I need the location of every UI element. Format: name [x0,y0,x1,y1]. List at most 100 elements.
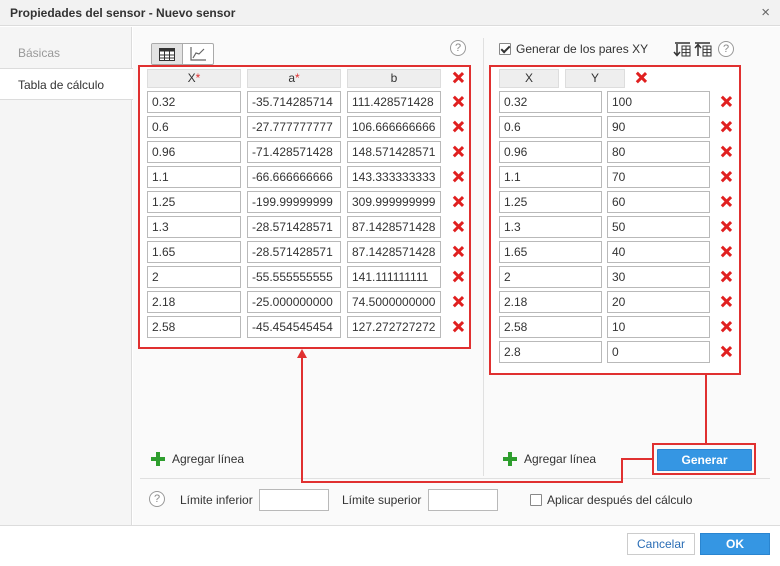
ok-button[interactable]: OK [700,533,770,555]
sidebar-item-tabla-de-calculo[interactable]: Tabla de cálculo [0,68,133,100]
delete-row-icon[interactable] [719,170,733,184]
delete-row-icon[interactable] [719,120,733,134]
table-cell[interactable] [247,291,341,313]
delete-row-icon[interactable] [719,245,733,259]
pair-cell[interactable] [607,341,710,363]
pair-cell[interactable] [607,316,710,338]
delete-row-icon[interactable] [719,145,733,159]
table-cell[interactable] [247,216,341,238]
delete-row-icon[interactable] [719,320,733,334]
table-cell[interactable] [147,216,241,238]
table-cell[interactable] [347,216,441,238]
table-cell[interactable] [147,116,241,138]
pair-cell[interactable] [607,266,710,288]
table-cell[interactable] [147,316,241,338]
pair-cell[interactable] [607,216,710,238]
chart-view-icon[interactable] [183,44,213,64]
table-cell[interactable] [247,266,341,288]
pair-cell[interactable] [499,191,602,213]
add-pair-line-button[interactable]: Agregar línea [503,452,596,466]
table-cell[interactable] [147,191,241,213]
generate-button[interactable]: Generar [657,449,752,471]
delete-row-icon[interactable] [451,170,465,184]
table-cell[interactable] [247,91,341,113]
delete-row-icon[interactable] [451,220,465,234]
sidebar-item-basicas[interactable]: Básicas [0,37,132,69]
sort-ascending-icon[interactable] [673,41,691,57]
apply-after-checkbox[interactable] [530,494,542,506]
upper-limit-input[interactable] [428,489,498,511]
delete-row-icon[interactable] [451,320,465,334]
pair-cell[interactable] [499,91,602,113]
table-cell[interactable] [247,241,341,263]
table-cell[interactable] [147,141,241,163]
delete-row-icon[interactable] [451,295,465,309]
table-cell[interactable] [147,91,241,113]
table-cell[interactable] [347,266,441,288]
lower-limit-input[interactable] [259,489,329,511]
help-icon-pairs[interactable]: ? [718,41,734,57]
table-cell[interactable] [147,241,241,263]
delete-row-icon[interactable] [451,95,465,109]
column-header-a: a* [247,69,341,88]
table-cell[interactable] [347,191,441,213]
pair-cell[interactable] [607,191,710,213]
table-cell[interactable] [147,291,241,313]
cancel-button[interactable]: Cancelar [627,533,695,555]
table-cell[interactable] [247,141,341,163]
pair-cell[interactable] [607,141,710,163]
sort-descending-icon[interactable] [694,41,712,57]
pair-cell[interactable] [499,141,602,163]
delete-row-icon[interactable] [451,120,465,134]
delete-row-icon[interactable] [451,195,465,209]
delete-column-icon[interactable] [451,71,465,85]
table-cell[interactable] [347,291,441,313]
delete-column-icon[interactable] [634,71,648,85]
add-line-label: Agregar línea [172,452,245,466]
pair-cell[interactable] [607,291,710,313]
delete-row-icon[interactable] [719,195,733,209]
add-line-button[interactable]: Agregar línea [151,452,244,466]
generate-from-pairs-label: Generar de los pares XY [516,42,649,56]
table-cell[interactable] [347,91,441,113]
table-cell[interactable] [347,116,441,138]
table-cell[interactable] [247,116,341,138]
delete-row-icon[interactable] [451,270,465,284]
table-cell[interactable] [147,166,241,188]
help-icon-limits[interactable]: ? [149,491,165,507]
delete-row-icon[interactable] [451,245,465,259]
pair-cell[interactable] [607,166,710,188]
help-icon[interactable]: ? [450,40,466,56]
generate-from-pairs-checkbox[interactable] [499,43,511,55]
pair-cell[interactable] [499,266,602,288]
delete-row-icon[interactable] [719,295,733,309]
generate-from-pairs-toggle[interactable]: Generar de los pares XY [499,42,648,56]
pair-cell[interactable] [499,291,602,313]
pair-cell[interactable] [499,316,602,338]
delete-row-icon[interactable] [451,145,465,159]
table-cell[interactable] [347,241,441,263]
table-cell[interactable] [247,191,341,213]
pair-cell[interactable] [499,116,602,138]
table-cell[interactable] [347,141,441,163]
delete-row-icon[interactable] [719,345,733,359]
table-cell[interactable] [147,266,241,288]
close-icon[interactable]: × [761,4,770,21]
table-cell[interactable] [347,316,441,338]
delete-row-icon[interactable] [719,95,733,109]
pair-cell[interactable] [607,241,710,263]
table-cell[interactable] [347,166,441,188]
table-cell[interactable] [247,166,341,188]
pair-cell[interactable] [607,91,710,113]
delete-row-icon[interactable] [719,220,733,234]
pair-cell[interactable] [499,166,602,188]
apply-after-toggle[interactable]: Aplicar después del cálculo [530,493,692,507]
table-cell[interactable] [247,316,341,338]
table-view-icon[interactable] [152,44,183,64]
pair-cell[interactable] [499,241,602,263]
pair-cell[interactable] [499,341,602,363]
pair-cell[interactable] [607,116,710,138]
delete-row-icon[interactable] [719,270,733,284]
column-header-x: X* [147,69,241,88]
pair-cell[interactable] [499,216,602,238]
